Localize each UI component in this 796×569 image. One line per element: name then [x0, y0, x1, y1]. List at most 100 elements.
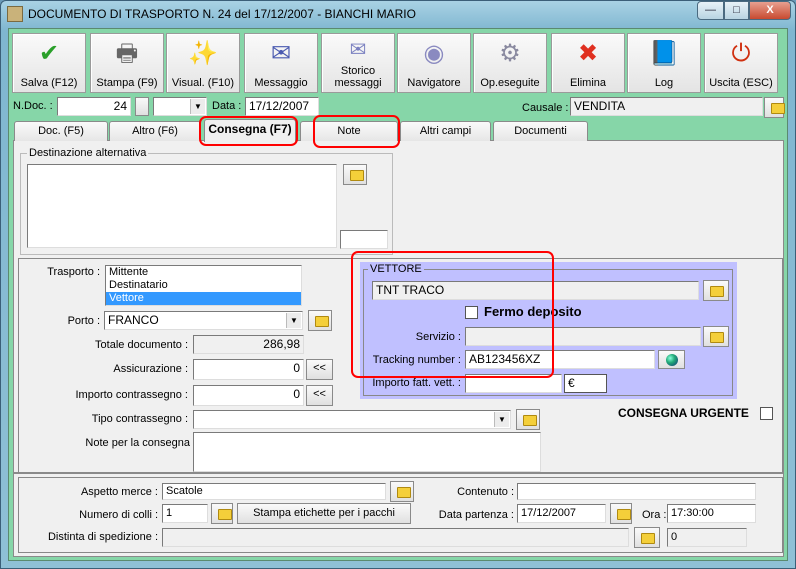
- porto-folder-button[interactable]: [308, 310, 332, 331]
- partenza-input[interactable]: 17/12/2007: [517, 504, 606, 523]
- chevron-down-icon[interactable]: ▼: [494, 412, 509, 427]
- consegna-urgente-label: CONSEGNA URGENTE: [618, 406, 749, 420]
- chevron-down-icon[interactable]: ▼: [190, 99, 205, 114]
- totale-value: 286,98: [193, 335, 304, 354]
- consegna-urgente-checkbox[interactable]: [760, 407, 773, 420]
- aspetto-folder-button[interactable]: [390, 481, 414, 502]
- toolbar-button-label: Salva (F12): [20, 77, 78, 89]
- tab-altro[interactable]: Altro (F6): [109, 121, 201, 141]
- series-combo[interactable]: ▼: [153, 97, 207, 116]
- contenuto-label: Contenuto :: [457, 486, 514, 498]
- toolbar-button-storico[interactable]: ✉ Storico messaggi: [321, 33, 395, 93]
- causale-folder-button[interactable]: [764, 97, 785, 118]
- toolbar-button-messaggio[interactable]: ✉ Messaggio: [244, 33, 318, 93]
- ora-label: Ora :: [642, 509, 667, 521]
- toolbar-button-navigatore[interactable]: ◉ Navigatore: [397, 33, 471, 93]
- totale-label: Totale documento :: [95, 339, 188, 351]
- destinazione-folder-button[interactable]: [343, 164, 367, 185]
- maximize-button[interactable]: □: [724, 1, 749, 20]
- power-icon: ⏻: [731, 40, 751, 67]
- toolbar-button-label: Visual. (F10): [171, 77, 235, 89]
- toolbar-button-salva[interactable]: ✔ Salva (F12): [12, 33, 86, 93]
- ndoc-label: N.Doc. :: [13, 100, 53, 112]
- envelope-pen-icon: ✉: [270, 40, 292, 67]
- highlight-consegna-tab: [199, 116, 298, 146]
- causale-input[interactable]: VENDITA: [570, 97, 763, 116]
- globe-icon: [665, 354, 678, 366]
- distinta-folder-button[interactable]: [634, 527, 660, 548]
- ora-input[interactable]: 17:30:00: [667, 504, 756, 523]
- tab-doc[interactable]: Doc. (F5): [14, 121, 108, 141]
- check-icon: ✔: [38, 40, 60, 67]
- porto-combo[interactable]: FRANCO ▼: [104, 311, 303, 330]
- toolbar-button-label: Log: [654, 77, 674, 89]
- toolbar-button-label: Stampa (F9): [96, 77, 158, 89]
- colli-input[interactable]: 1: [162, 504, 208, 523]
- printer-icon: 🖶: [115, 40, 139, 67]
- envelope-search-icon: ✉: [349, 39, 367, 61]
- distinta-label: Distinta di spedizione :: [47, 531, 158, 543]
- toolbar-button-label: Storico messaggi: [334, 65, 382, 89]
- tipo-contrassegno-label: Tipo contrassegno :: [91, 413, 188, 425]
- toolbar-button-label: Navigatore: [407, 77, 461, 89]
- trasporto-label: Trasporto :: [47, 266, 100, 278]
- contrassegno-input[interactable]: 0: [193, 385, 304, 406]
- stampa-etichette-button[interactable]: Stampa etichette per i pacchi: [237, 503, 411, 524]
- tracking-web-button[interactable]: [658, 350, 685, 369]
- data-input[interactable]: 17/12/2007: [245, 97, 319, 116]
- toolbar-button-elimina[interactable]: ✖ Elimina: [551, 33, 625, 93]
- tab-altri-campi[interactable]: Altri campi: [400, 121, 491, 141]
- porto-label: Porto :: [67, 315, 100, 327]
- trasporto-option[interactable]: Mittente: [106, 266, 301, 279]
- aspetto-input[interactable]: Scatole: [162, 483, 386, 500]
- close-button[interactable]: X: [749, 1, 791, 20]
- compass-icon: ◉: [423, 40, 445, 67]
- colli-folder-button[interactable]: [211, 503, 233, 524]
- vettore-folder-button[interactable]: [703, 280, 729, 301]
- toolbar-button-stampa[interactable]: 🖶 Stampa (F9): [90, 33, 164, 93]
- contenuto-input[interactable]: [517, 483, 756, 500]
- note-consegna-textarea[interactable]: [193, 432, 541, 472]
- minimize-button[interactable]: —: [697, 1, 724, 20]
- trasporto-listbox[interactable]: Mittente Destinatario Vettore: [105, 265, 302, 306]
- currency-input[interactable]: €: [564, 374, 607, 393]
- distinta-input[interactable]: [162, 528, 629, 547]
- partenza-label: Data partenza :: [438, 509, 514, 521]
- colli-label: Numero di colli :: [79, 509, 158, 521]
- delete-x-icon: ✖: [577, 40, 599, 67]
- chevron-down-icon[interactable]: ▼: [286, 313, 301, 328]
- ndoc-button[interactable]: [135, 97, 149, 116]
- magic-wand-icon: ✨: [188, 40, 218, 67]
- ndoc-input[interactable]: 24: [57, 97, 131, 116]
- distinta-number: 0: [667, 528, 747, 547]
- destinazione-textarea[interactable]: [27, 164, 337, 248]
- tipo-contrassegno-folder-button[interactable]: [516, 409, 540, 430]
- toolbar-button-op[interactable]: ⚙ Op.eseguite: [473, 33, 547, 93]
- destinazione-code-input[interactable]: [340, 230, 388, 249]
- trasporto-option[interactable]: Destinatario: [106, 279, 301, 292]
- assicurazione-input[interactable]: 0: [193, 359, 304, 380]
- tab-documenti[interactable]: Documenti: [493, 121, 588, 141]
- assicurazione-label: Assicurazione :: [113, 363, 188, 375]
- book-search-icon: 📘: [649, 40, 679, 67]
- toolbar-button-uscita[interactable]: ⏻ Uscita (ESC): [704, 33, 778, 93]
- app-icon: [7, 6, 23, 22]
- toolbar-button-label: Uscita (ESC): [709, 77, 773, 89]
- tipo-contrassegno-combo[interactable]: ▼: [193, 410, 511, 429]
- note-consegna-label: Note per la consegna: [85, 437, 190, 449]
- data-label: Data :: [212, 100, 242, 112]
- trasporto-option-selected[interactable]: Vettore: [106, 292, 301, 305]
- aspetto-label: Aspetto merce :: [80, 486, 158, 498]
- servizio-folder-button[interactable]: [703, 326, 729, 347]
- contrassegno-copy-button[interactable]: <<: [306, 385, 333, 406]
- toolbar-button-label: Elimina: [569, 77, 607, 89]
- window-title: DOCUMENTO DI TRASPORTO N. 24 del 17/12/2…: [28, 7, 416, 21]
- porto-value: FRANCO: [108, 313, 159, 327]
- partenza-folder-button[interactable]: [610, 503, 632, 524]
- toolbar-button-label: Messaggio: [254, 77, 308, 89]
- assicurazione-copy-button[interactable]: <<: [306, 359, 333, 380]
- toolbar-button-visual[interactable]: ✨ Visual. (F10): [166, 33, 240, 93]
- highlight-note-tab: [313, 115, 400, 148]
- toolbar-button-log[interactable]: 📘 Log: [627, 33, 701, 93]
- causale-label: Causale :: [522, 102, 569, 114]
